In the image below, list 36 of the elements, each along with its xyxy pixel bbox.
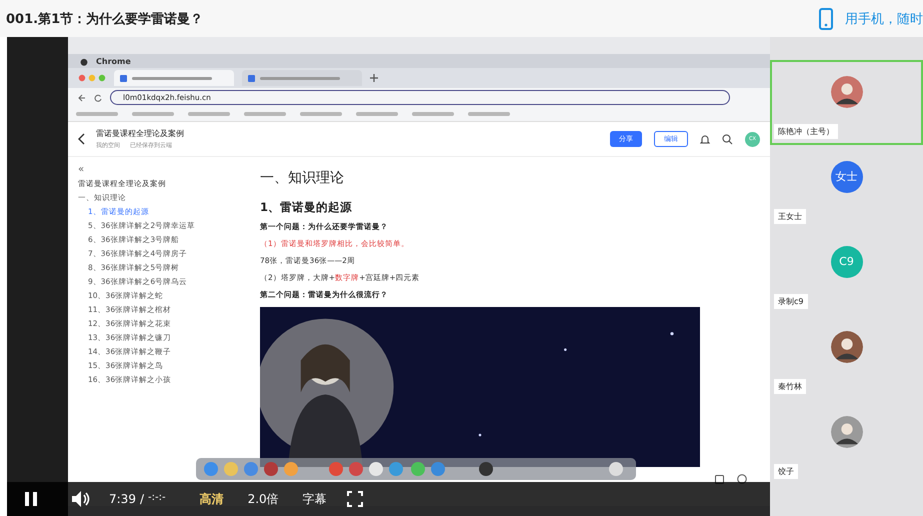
bell-icon[interactable] — [700, 134, 710, 144]
participant-tile[interactable]: 陈艳冲（主号） — [770, 60, 923, 145]
subsection-heading: 1、雷诺曼的起源 — [260, 200, 352, 215]
participant-tile[interactable]: C9 录制c9 — [770, 230, 923, 315]
back-icon[interactable] — [78, 133, 86, 145]
reload-icon[interactable] — [94, 94, 102, 102]
duration: -:-:- — [148, 492, 166, 505]
window-controls-icon — [78, 74, 106, 82]
participant-name: 录制c9 — [774, 294, 808, 309]
volume-icon[interactable] — [71, 490, 91, 508]
subtitles-button[interactable]: 字幕 — [296, 488, 333, 510]
search-icon[interactable] — [722, 134, 733, 144]
section-heading: 一、知识理论 — [260, 169, 344, 187]
phone-icon — [819, 8, 833, 30]
speed-button[interactable]: 2.0倍 — [242, 488, 285, 510]
quality-button[interactable]: 高清 — [194, 488, 230, 510]
pause-icon[interactable] — [24, 491, 38, 507]
participant-tile[interactable]: 秦竹林 — [770, 315, 923, 400]
current-time: 7:39 — [109, 492, 136, 506]
lesson-title: 001.第1节：为什么要学雷诺曼？ — [6, 10, 204, 28]
participant-name: 饺子 — [774, 464, 798, 479]
participant-name: 秦竹林 — [774, 379, 806, 394]
participant-avatar: C9 — [830, 246, 862, 278]
add-icon[interactable] — [370, 74, 378, 82]
document-title: 雷诺曼课程全理论及案例 — [96, 128, 184, 139]
participant-tile[interactable]: 饺子 — [770, 400, 923, 485]
browser-tab[interactable] — [242, 70, 362, 86]
participant-avatar: 女士 — [830, 160, 862, 192]
fullscreen-icon[interactable] — [346, 491, 363, 507]
participant-name: 王女士 — [774, 209, 806, 224]
app-menu[interactable]: Chrome — [96, 56, 131, 66]
participant-tile[interactable]: 女士 王女士 — [770, 145, 923, 230]
participant-name: 陈艳冲（主号） — [774, 124, 838, 139]
collapse-button[interactable]: « — [78, 165, 84, 175]
time-separator: / — [140, 492, 144, 506]
browser-tab[interactable] — [114, 70, 234, 86]
